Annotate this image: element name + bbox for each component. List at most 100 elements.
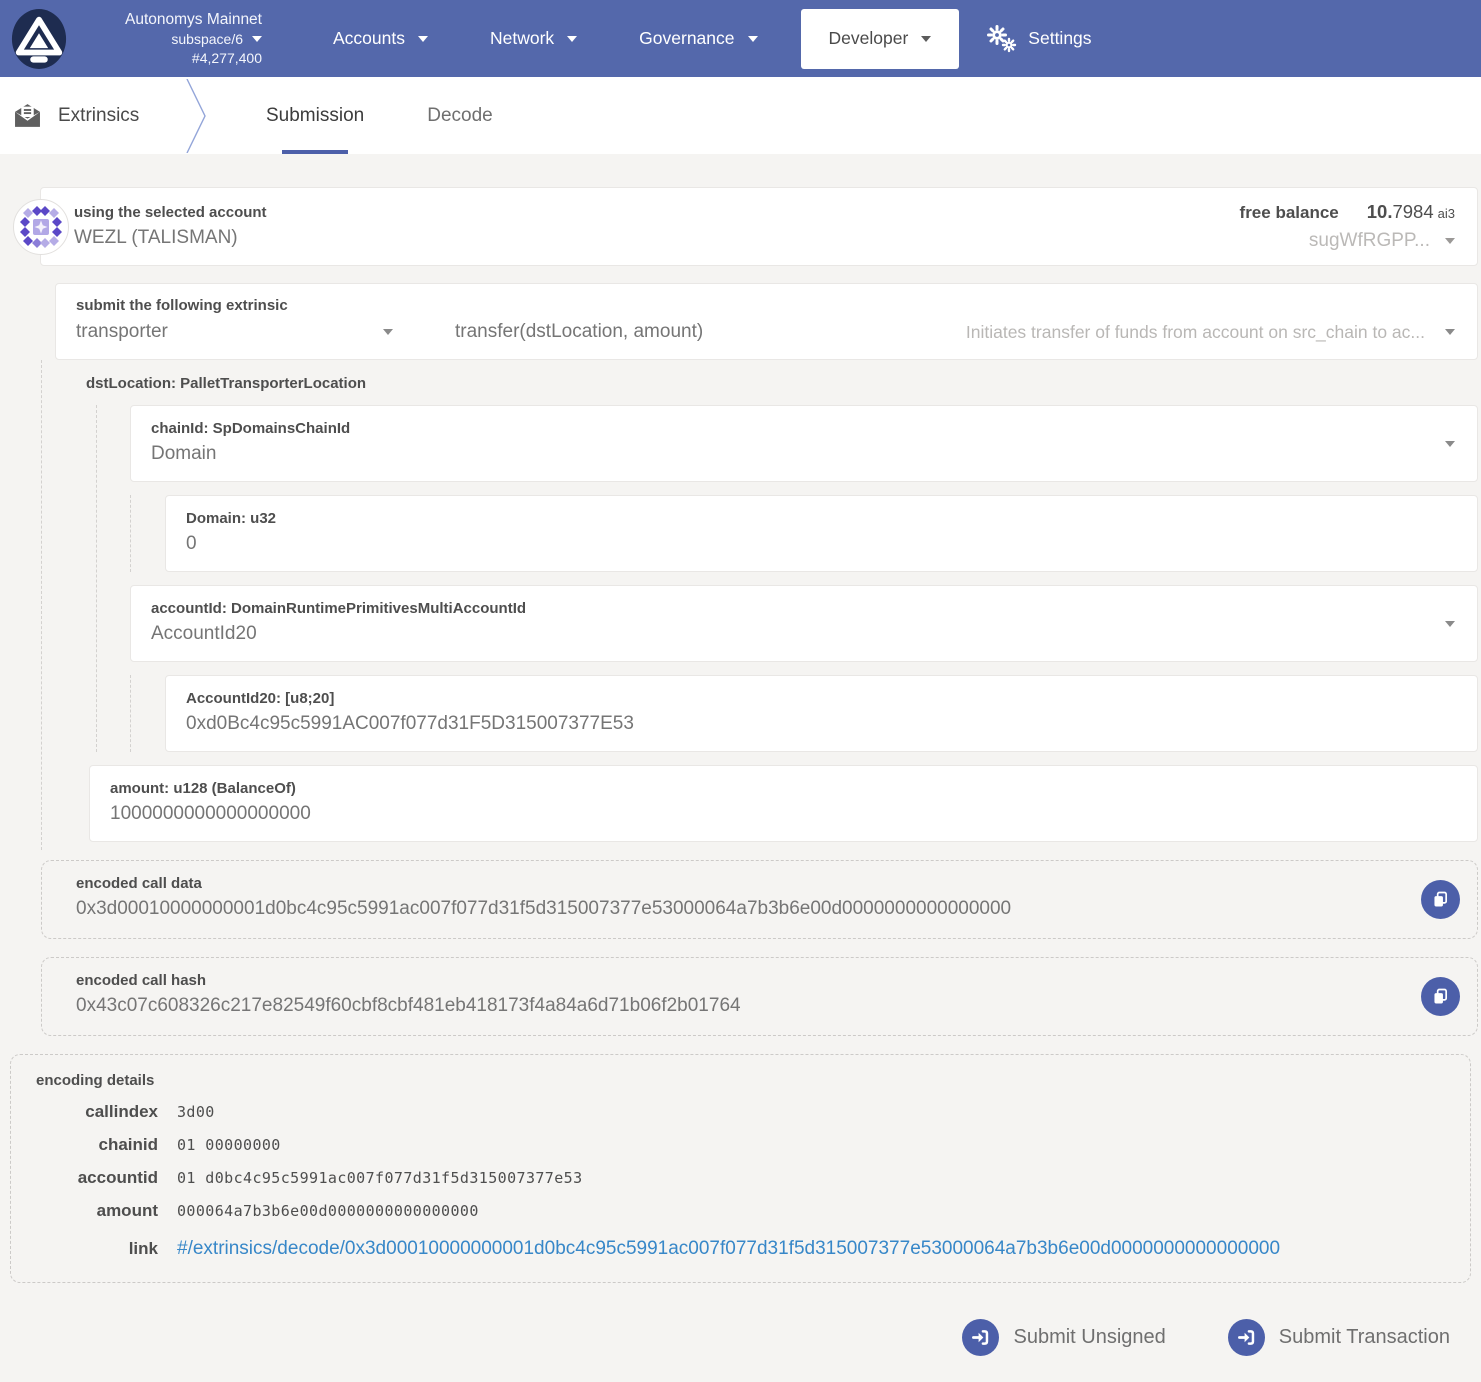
dst-location-label: dstLocation: PalletTransporterLocation <box>42 360 1481 392</box>
encoding-row-label: callindex <box>36 1102 158 1122</box>
encoding-row-label: amount <box>36 1201 158 1221</box>
extrinsic-section-label: submit the following extrinsic <box>76 297 1455 314</box>
nav-menu-governance[interactable]: Governance <box>608 0 788 77</box>
account-id20-input[interactable]: AccountId20: [u8;20] 0xd0Bc4c95c5991AC00… <box>165 675 1478 752</box>
encoded-call-data-value: 0x3d00010000000001d0bc4c95c5991ac007f077… <box>76 898 1397 920</box>
chain-info: Autonomys Mainnet subspace/6 #4,277,400 <box>92 10 262 67</box>
domain-u32-value: 0 <box>186 533 1417 555</box>
encoding-row-amount: amount 000064a7b3b6e00d0000000000000000 <box>36 1201 1450 1221</box>
runtime-spec-label: subspace/6 <box>171 30 243 48</box>
copy-icon <box>1432 988 1449 1005</box>
account-name: WEZL (TALISMAN) <box>74 227 267 249</box>
balance-fraction: 7984 <box>1392 201 1433 223</box>
account-id-label: accountId: DomainRuntimePrimitivesMultiA… <box>151 600 1417 617</box>
pallet-select[interactable]: transporter <box>76 321 393 343</box>
main-nav: Accounts Network Governance Developer <box>302 0 1092 77</box>
copy-call-hash-button[interactable] <box>1421 977 1460 1016</box>
chain-id-select[interactable]: chainId: SpDomainsChainId Domain <box>130 405 1478 482</box>
balance-integer: 10. <box>1367 201 1393 223</box>
nav-menu-accounts-label: Accounts <box>333 28 405 49</box>
encoding-row-link: link #/extrinsics/decode/0x3d00010000000… <box>36 1238 1450 1260</box>
submit-transaction-button[interactable]: Submit Transaction <box>1228 1319 1450 1356</box>
sign-in-icon <box>962 1319 999 1356</box>
tabs: Submission Decode <box>266 77 493 154</box>
account-id-select[interactable]: accountId: DomainRuntimePrimitivesMultiA… <box>130 585 1478 662</box>
encoding-row-value: 01 00000000 <box>177 1136 281 1154</box>
domain-u32-input[interactable]: Domain: u32 0 <box>165 495 1478 572</box>
amount-input[interactable]: amount: u128 (BalanceOf) 100000000000000… <box>89 765 1478 842</box>
chain-id-children: Domain: u32 0 <box>130 495 1481 572</box>
tab-decode[interactable]: Decode <box>427 77 493 154</box>
account-id20-value: 0xd0Bc4c95c5991AC007f077d31F5D315007377E… <box>186 713 1417 735</box>
domain-u32-label: Domain: u32 <box>186 510 1417 527</box>
chain-name: Autonomys Mainnet <box>92 10 262 30</box>
best-block-number: #4,277,400 <box>92 49 262 67</box>
copy-icon <box>1432 891 1449 908</box>
dst-location-children: chainId: SpDomainsChainId Domain Domain:… <box>96 405 1481 752</box>
account-identicon[interactable] <box>13 199 69 255</box>
gear-icon <box>985 25 1017 53</box>
account-selector[interactable]: using the selected account WEZL (TALISMA… <box>40 187 1478 266</box>
chevron-down-icon <box>383 329 393 335</box>
autonomys-logo-icon <box>10 7 68 71</box>
account-balance-block: free balance 10. 7984 ai3 sugWfRGPP... <box>1240 201 1455 252</box>
encoding-link-label: link <box>36 1239 158 1259</box>
chevron-down-icon <box>418 36 428 42</box>
encoded-call-data-section: encoded call data 0x3d00010000000001d0bc… <box>41 860 1478 939</box>
nav-settings-label: Settings <box>1028 28 1091 49</box>
method-select[interactable]: Initiates transfer of funds from account… <box>703 322 1455 343</box>
decode-link[interactable]: #/extrinsics/decode/0x3d00010000000001d0… <box>177 1238 1280 1260</box>
section-title: Extrinsics <box>58 105 139 127</box>
encoded-call-hash-section: encoded call hash 0x43c07c608326c217e825… <box>41 957 1478 1036</box>
encoding-row-value: 3d00 <box>177 1103 215 1121</box>
nav-menu-accounts[interactable]: Accounts <box>302 0 459 77</box>
encoded-call-data-label: encoded call data <box>76 875 1397 892</box>
top-navbar: Autonomys Mainnet subspace/6 #4,277,400 … <box>0 0 1481 77</box>
nav-settings[interactable]: Settings <box>985 25 1091 53</box>
chain-id-label: chainId: SpDomainsChainId <box>151 420 1417 437</box>
extrinsics-mail-icon <box>14 103 41 128</box>
runtime-spec-selector[interactable]: subspace/6 <box>92 30 262 48</box>
tabbar: Extrinsics Submission Decode <box>0 77 1481 154</box>
submit-unsigned-label: Submit Unsigned <box>1013 1326 1165 1349</box>
encoding-row-accountid: accountid 01 d0bc4c95c5991ac007f077d31f5… <box>36 1168 1450 1188</box>
chevron-down-icon <box>748 36 758 42</box>
submit-unsigned-button[interactable]: Submit Unsigned <box>962 1319 1165 1356</box>
method-description: Initiates transfer of funds from account… <box>966 322 1425 343</box>
nav-menu-developer[interactable]: Developer <box>801 9 960 69</box>
free-balance-label: free balance <box>1240 203 1339 223</box>
nav-menu-governance-label: Governance <box>639 28 734 49</box>
identicon-pattern <box>17 203 65 251</box>
account-address-short: sugWfRGPP... <box>1309 230 1430 252</box>
account-id20-label: AccountId20: [u8;20] <box>186 690 1417 707</box>
pallet-select-value: transporter <box>76 321 168 343</box>
sign-in-icon <box>1228 1319 1265 1356</box>
submit-actions: Submit Unsigned Submit Transaction <box>0 1319 1481 1356</box>
chevron-down-icon <box>567 36 577 42</box>
account-address-dropdown[interactable]: sugWfRGPP... <box>1240 230 1455 252</box>
main-content: using the selected account WEZL (TALISMA… <box>0 154 1481 1356</box>
amount-value: 1000000000000000000 <box>110 803 1417 825</box>
method-select-value[interactable]: transfer(dstLocation, amount) <box>455 321 703 343</box>
encoded-call-hash-label: encoded call hash <box>76 972 1397 989</box>
chevron-separator <box>184 79 208 153</box>
encoding-details-section: encoding details callindex 3d00 chainid … <box>10 1054 1471 1283</box>
chain-id-value: Domain <box>151 443 1417 465</box>
chevron-down-icon <box>1445 238 1455 244</box>
encoding-row-label: accountid <box>36 1168 158 1188</box>
tab-submission[interactable]: Submission <box>266 77 364 154</box>
chevron-down-icon <box>921 36 931 42</box>
nav-menu-network[interactable]: Network <box>459 0 608 77</box>
chevron-down-icon <box>1445 621 1455 627</box>
encoding-row-chainid: chainid 01 00000000 <box>36 1135 1450 1155</box>
chevron-down-icon <box>252 36 262 42</box>
chevron-down-icon <box>1445 329 1455 335</box>
nav-menu-developer-label: Developer <box>829 28 909 49</box>
encoding-details-title: encoding details <box>36 1072 1450 1089</box>
copy-call-data-button[interactable] <box>1421 880 1460 919</box>
section-header: Extrinsics <box>0 103 184 128</box>
account-selector-label: using the selected account <box>74 204 267 221</box>
encoded-call-hash-value: 0x43c07c608326c217e82549f60cbf8cbf481eb4… <box>76 995 1397 1017</box>
balance-unit: ai3 <box>1438 206 1455 221</box>
autonomys-logo[interactable] <box>10 7 68 71</box>
